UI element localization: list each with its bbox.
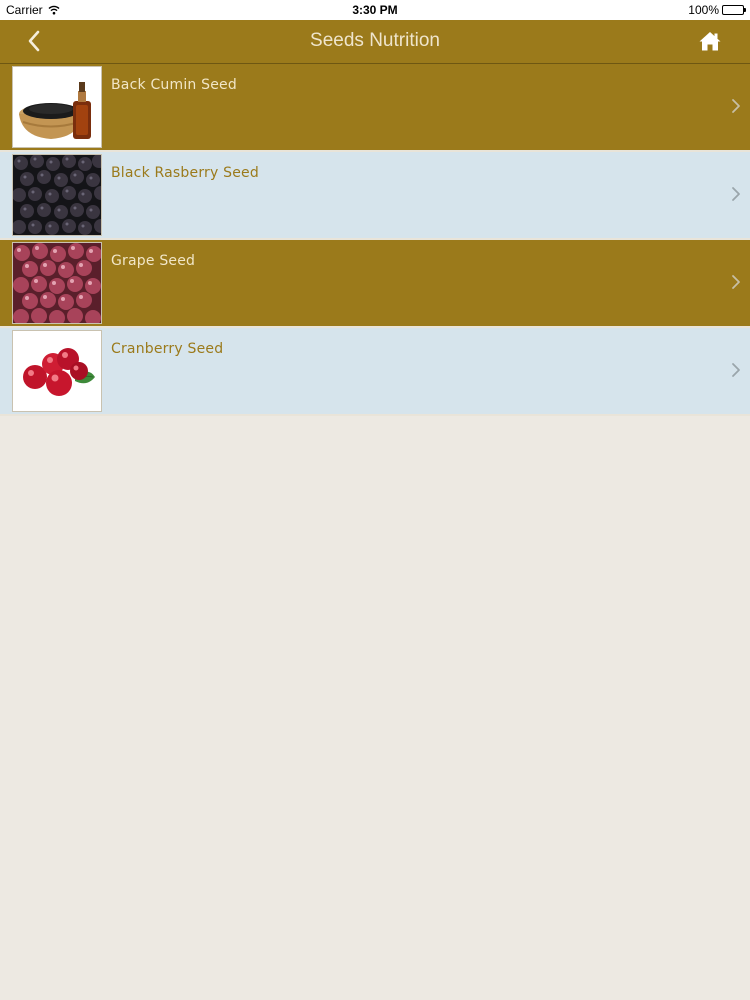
black-cumin-thumbnail	[12, 66, 102, 148]
item-label: Black Rasberry Seed	[111, 165, 259, 181]
chevron-right-icon	[732, 363, 740, 377]
list-item[interactable]: Back Cumin Seed	[0, 64, 750, 152]
chevron-right-icon	[732, 187, 740, 201]
chevron-right-icon	[732, 275, 740, 289]
list-item[interactable]: Cranberry Seed	[0, 328, 750, 416]
grape-thumbnail	[12, 242, 102, 324]
list-item[interactable]: Grape Seed	[0, 240, 750, 328]
seed-list: Back Cumin Seed Black Rasberry Seed Grap…	[0, 64, 750, 416]
item-label: Grape Seed	[111, 253, 196, 269]
list-item[interactable]: Black Rasberry Seed	[0, 152, 750, 240]
status-bar: Carrier 3:30 PM 100%	[0, 0, 750, 20]
status-time: 3:30 PM	[352, 3, 398, 17]
item-label: Back Cumin Seed	[111, 77, 237, 93]
home-icon[interactable]	[698, 30, 722, 52]
cranberry-thumbnail	[12, 330, 102, 412]
battery-percent: 100%	[688, 3, 719, 17]
page-title: Seeds Nutrition	[310, 30, 440, 51]
navigation-bar: Seeds Nutrition	[0, 20, 750, 64]
battery-indicator: 100%	[688, 3, 746, 17]
chevron-right-icon	[732, 99, 740, 113]
battery-icon	[722, 5, 746, 15]
item-label: Cranberry Seed	[111, 341, 224, 357]
blackberry-thumbnail	[12, 154, 102, 236]
